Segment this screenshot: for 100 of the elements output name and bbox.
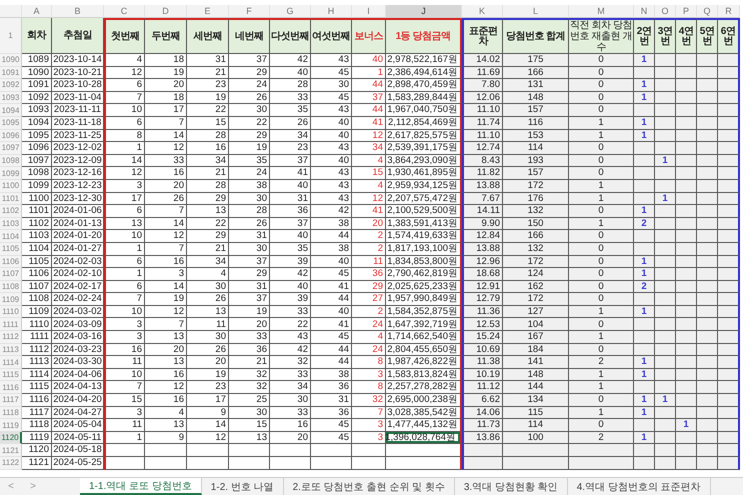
table-cell: 2024-01-13 [52, 218, 104, 230]
column-letter[interactable]: M [569, 5, 634, 18]
row-number[interactable]: 1104 [0, 230, 22, 243]
row-number[interactable]: 1102 [0, 205, 22, 218]
table-cell: 37 [229, 54, 270, 67]
row-number[interactable]: 1090 [0, 54, 22, 67]
row-number[interactable]: 1103 [0, 218, 22, 230]
column-letter[interactable]: L [503, 5, 569, 18]
table-cell: 40 [352, 54, 386, 67]
table-cell: 11 [187, 318, 229, 332]
table-cell: 1 [655, 394, 676, 407]
row-number[interactable]: 1092 [0, 79, 22, 92]
sheet-tab[interactable]: 2.로또 당첨번호 출현 순위 및 횟수 [284, 478, 455, 495]
row-number[interactable]: 1095 [0, 116, 22, 130]
select-all-corner[interactable] [0, 5, 22, 18]
table-cell: 41 [270, 167, 311, 180]
table-cell: 13 [145, 331, 187, 344]
row-number[interactable]: 1094 [0, 104, 22, 117]
column-letter[interactable]: C [104, 5, 145, 18]
row-number[interactable]: 1111 [0, 318, 22, 332]
table-cell: 30 [229, 242, 270, 256]
row-number[interactable]: 1109 [0, 293, 22, 306]
row-number[interactable]: 1110 [0, 306, 22, 318]
row-number[interactable]: 1105 [0, 242, 22, 256]
table-cell: 8 [104, 130, 145, 142]
empty-cell [311, 457, 352, 470]
column-letter[interactable]: H [311, 5, 352, 18]
column-letter[interactable]: F [229, 5, 270, 18]
row-number[interactable]: 1114 [0, 356, 22, 369]
row-number[interactable]: 1112 [0, 331, 22, 344]
row-number[interactable]: 1108 [0, 280, 22, 294]
table-cell: 19 [145, 66, 187, 80]
column-letter[interactable]: B [52, 5, 104, 18]
table-cell: 12.06 [462, 92, 503, 104]
table-cell: 1118 [22, 419, 52, 432]
table-cell: 150 [503, 218, 569, 230]
table-cell: 11.69 [462, 66, 503, 80]
table-cell: 13 [187, 306, 229, 318]
table-cell: 11.12 [462, 381, 503, 394]
row-number[interactable]: 1120 [0, 432, 22, 444]
row-number[interactable]: 1122 [0, 457, 22, 470]
row-number[interactable]: 1093 [0, 92, 22, 104]
sheet-tab[interactable]: 1-1.역대 로또 당첨번호 [80, 478, 202, 495]
sheet-tab[interactable]: 1-2. 번호 나열 [202, 478, 284, 495]
table-cell: 3 [104, 318, 145, 332]
column-letter[interactable]: I [352, 5, 386, 18]
table-cell: 34 [270, 130, 311, 142]
column-header: 5연번 [697, 18, 718, 54]
row-number[interactable]: 1106 [0, 256, 22, 268]
column-letter[interactable]: Q [697, 5, 718, 18]
table-cell: 2 [352, 242, 386, 256]
row-number[interactable]: 1121 [0, 444, 22, 457]
table-cell: 1094 [22, 116, 52, 130]
column-letter[interactable]: J [386, 5, 462, 18]
table-cell: 3 [104, 331, 145, 344]
row-number[interactable]: 1099 [0, 167, 22, 180]
table-cell: 15 [229, 419, 270, 432]
sheet-tab[interactable]: 3.역대 당첨현황 확인 [454, 478, 568, 495]
row-number[interactable]: 1097 [0, 142, 22, 155]
sheet-nav-arrow[interactable]: < [0, 478, 22, 495]
table-cell: 0 [569, 167, 634, 180]
row-number[interactable]: 1118 [0, 406, 22, 420]
column-letter[interactable]: A [22, 5, 52, 18]
table-cell: 2023-12-09 [52, 154, 104, 168]
table-cell: 45 [311, 66, 352, 80]
table-cell: 16 [145, 394, 187, 407]
column-letter[interactable]: E [187, 5, 229, 18]
row-number[interactable]: 1091 [0, 66, 22, 80]
row-number[interactable]: 1096 [0, 130, 22, 142]
column-letter[interactable]: P [676, 5, 697, 18]
table-cell: 7 [145, 205, 187, 218]
column-letter[interactable]: G [270, 5, 311, 18]
table-cell: 8.43 [462, 154, 503, 168]
table-cell: 14 [104, 154, 145, 168]
row-number[interactable]: 1107 [0, 268, 22, 281]
table-cell: 1 [634, 394, 655, 407]
row-number[interactable]: 1113 [0, 344, 22, 356]
sheet-tab[interactable]: 4.역대 당첨번호의 표준편차 [568, 478, 711, 495]
column-letter[interactable]: K [462, 5, 503, 18]
table-cell: 167 [503, 331, 569, 344]
row-number[interactable]: 1 [0, 18, 22, 54]
column-letter[interactable]: O [655, 5, 676, 18]
row-number[interactable]: 1117 [0, 394, 22, 407]
row-number[interactable]: 1115 [0, 368, 22, 382]
table-cell: 20 [270, 432, 311, 444]
row-number[interactable]: 1098 [0, 154, 22, 168]
table-cell: 36 [311, 381, 352, 394]
row-number[interactable]: 1119 [0, 419, 22, 432]
column-letter[interactable]: N [634, 5, 655, 18]
table-cell: 2024-03-09 [52, 318, 104, 332]
row-number[interactable]: 1101 [0, 192, 22, 206]
column-letter[interactable]: R [718, 5, 740, 18]
row-number[interactable]: 1116 [0, 381, 22, 394]
sheet-nav-arrow[interactable]: > [22, 478, 44, 495]
table-cell: 1 [634, 79, 655, 92]
table-cell: 134 [503, 394, 569, 407]
table-cell: 1 [104, 432, 145, 444]
table-cell: 1113 [22, 356, 52, 369]
column-letter[interactable]: D [145, 5, 187, 18]
row-number[interactable]: 1100 [0, 180, 22, 193]
